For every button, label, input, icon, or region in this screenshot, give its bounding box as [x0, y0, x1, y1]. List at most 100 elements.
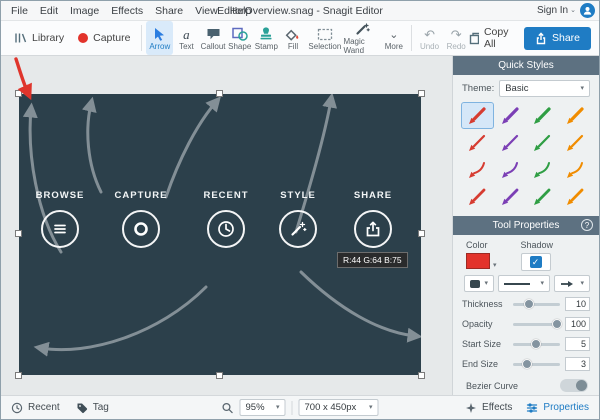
- menu-file[interactable]: File: [5, 4, 34, 18]
- color-readout-tooltip: R:44 G:64 B:75: [337, 252, 408, 268]
- selection-handle[interactable]: [15, 90, 22, 97]
- end-size-value[interactable]: 3: [565, 357, 590, 371]
- dropdown-arrow-icon: ▾: [493, 262, 497, 269]
- selection-handle[interactable]: [418, 372, 425, 379]
- undo-icon: ↶: [424, 26, 435, 42]
- undo-button[interactable]: ↶ Undo: [416, 21, 443, 55]
- tool-arrow[interactable]: Arrow: [146, 21, 174, 55]
- arrow-end-select[interactable]: ▾: [554, 275, 590, 292]
- tool-label: Fill: [287, 41, 299, 51]
- effects-button[interactable]: Effects: [465, 402, 512, 414]
- theme-value: Basic: [505, 83, 529, 94]
- arrow-style-swatch[interactable]: [527, 103, 558, 128]
- effects-label: Effects: [482, 402, 513, 413]
- share-icon: [536, 31, 546, 44]
- arrow-style-swatch[interactable]: [495, 130, 526, 155]
- selection-handle[interactable]: [418, 230, 425, 237]
- arrow-shape-select[interactable]: ▾: [464, 275, 494, 292]
- tool-selection[interactable]: Selection: [306, 21, 343, 55]
- canvas-image[interactable]: BROWSE CAPTURE RECENT STYLE SHARE R:44 G…: [15, 90, 425, 379]
- tool-stamp[interactable]: Stamp: [253, 21, 280, 55]
- shadow-checkbox[interactable]: ✓: [529, 256, 542, 268]
- capture-button[interactable]: Capture: [71, 21, 137, 55]
- tool-fill[interactable]: Fill: [280, 21, 307, 55]
- canvas-workspace[interactable]: BROWSE CAPTURE RECENT STYLE SHARE R:44 G…: [1, 56, 452, 395]
- canvas-size-select[interactable]: 700 x 450px ▾: [298, 399, 379, 416]
- selection-handle[interactable]: [216, 90, 223, 97]
- tool-magic-wand[interactable]: Magic Wand: [343, 21, 380, 55]
- arrow-style-swatch[interactable]: [560, 157, 591, 182]
- tag-button[interactable]: Tag: [76, 402, 109, 414]
- recent-button[interactable]: Recent: [11, 402, 60, 414]
- sign-in-button[interactable]: Sign In ⌄: [537, 5, 576, 16]
- properties-button[interactable]: Properties: [526, 402, 589, 414]
- canvas-item-browse: BROWSE: [20, 190, 100, 248]
- tool-label: Magic Wand: [343, 37, 365, 55]
- menu-help[interactable]: Help: [224, 4, 258, 18]
- selection-handle[interactable]: [15, 372, 22, 379]
- clock-icon: [218, 221, 234, 237]
- arrow-style-swatch[interactable]: [527, 184, 558, 209]
- tag-label: Tag: [92, 402, 109, 413]
- arrow-style-swatch[interactable]: [560, 103, 591, 128]
- slider-knob[interactable]: [522, 358, 533, 369]
- arrow-style-swatch[interactable]: [462, 157, 493, 182]
- selection-handle[interactable]: [15, 230, 22, 237]
- menu-image[interactable]: Image: [64, 4, 105, 18]
- start-size-value[interactable]: 5: [565, 337, 590, 351]
- slider-knob[interactable]: [524, 298, 535, 309]
- arrow-style-swatch[interactable]: [495, 103, 526, 128]
- selection-handle[interactable]: [418, 90, 425, 97]
- thickness-label: Thickness: [462, 299, 503, 309]
- opacity-value[interactable]: 100: [565, 317, 590, 331]
- tool-callout[interactable]: Callout: [200, 21, 227, 55]
- start-size-slider[interactable]: [513, 338, 560, 349]
- capture-label: Capture: [93, 32, 131, 44]
- callout-icon: [206, 26, 221, 41]
- theme-select[interactable]: Basic ▾: [499, 80, 590, 97]
- canvas-item-share: SHARE: [333, 190, 413, 248]
- quick-styles-title: Quick Styles: [498, 60, 554, 71]
- arrow-style-swatch[interactable]: [560, 130, 591, 155]
- slider-knob[interactable]: [552, 318, 563, 329]
- color-picker[interactable]: ▾: [466, 253, 497, 269]
- menu-share[interactable]: Share: [149, 4, 189, 18]
- arrow-style-swatch[interactable]: [527, 157, 558, 182]
- thickness-value[interactable]: 10: [565, 297, 590, 311]
- arrow-style-swatch[interactable]: [560, 184, 591, 209]
- selection-handle[interactable]: [216, 372, 223, 379]
- slider-knob[interactable]: [530, 338, 541, 349]
- magic-wand-icon: [355, 21, 370, 36]
- redo-button[interactable]: ↷ Redo: [443, 21, 470, 55]
- zoom-select[interactable]: 95% ▾: [239, 399, 286, 416]
- arrow-style-swatch[interactable]: [495, 184, 526, 209]
- menu-view[interactable]: View: [189, 4, 224, 18]
- library-button[interactable]: Library: [7, 21, 71, 55]
- canvas-label: CAPTURE: [114, 190, 168, 201]
- opacity-slider[interactable]: [513, 318, 563, 329]
- arrow-style-swatch[interactable]: [495, 157, 526, 182]
- copy-all-button[interactable]: Copy All: [469, 26, 512, 50]
- account-avatar[interactable]: [580, 3, 595, 18]
- arrow-style-swatch[interactable]: [527, 130, 558, 155]
- thickness-slider[interactable]: [513, 298, 560, 309]
- record-icon: [134, 222, 148, 236]
- end-size-slider[interactable]: [513, 358, 560, 369]
- share-button[interactable]: Share: [524, 26, 592, 50]
- bezier-curve-toggle[interactable]: [560, 379, 588, 392]
- divider: [291, 400, 293, 415]
- dropdown-arrow-icon: ▾: [368, 404, 373, 411]
- arrow-style-swatch[interactable]: [462, 184, 493, 209]
- tool-more[interactable]: ⌄ More: [381, 21, 408, 55]
- right-panel: Quick Styles Theme: Basic ▾ Tool Propert…: [452, 56, 599, 395]
- canvas-item-recent: RECENT: [186, 190, 266, 248]
- arrow-style-swatch[interactable]: [462, 130, 493, 155]
- tool-shape[interactable]: Shape: [226, 21, 253, 55]
- shadow-control[interactable]: ✓: [520, 253, 551, 271]
- tool-text[interactable]: a Text: [173, 21, 200, 55]
- help-button[interactable]: ?: [581, 219, 593, 231]
- menu-effects[interactable]: Effects: [105, 4, 149, 18]
- arrow-style-swatch[interactable]: [461, 102, 494, 129]
- menu-edit[interactable]: Edit: [34, 4, 64, 18]
- line-style-select[interactable]: ▾: [498, 275, 550, 292]
